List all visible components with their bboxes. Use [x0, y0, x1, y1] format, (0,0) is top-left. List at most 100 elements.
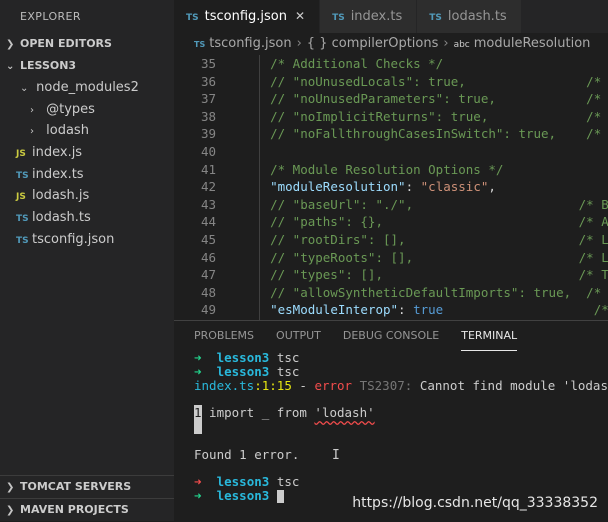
code-line: 40: [174, 143, 608, 161]
maven-projects-section[interactable]: ❯ MAVEN PROJECTS: [0, 498, 174, 521]
prompt-command: tsc: [276, 350, 300, 365]
breadcrumb-separator: ›: [443, 36, 449, 51]
code-comment: // "paths": {}, /* A: [240, 214, 608, 230]
tree-item-label: node_modules2: [36, 80, 139, 95]
tree-file-lodash-ts[interactable]: TS lodash.ts: [0, 207, 174, 229]
prompt-command: tsc: [276, 363, 300, 379]
tree-item-label: lodash.js: [32, 188, 90, 204]
code-comment: // "noUnusedLocals": true, /* R: [240, 73, 608, 89]
code-line: 41 /* Module Resolution Options */: [174, 161, 608, 179]
tab-terminal[interactable]: TERMINAL: [461, 321, 518, 351]
tree-folder-types[interactable]: › @types: [0, 99, 174, 121]
code-line: 49 "esModuleInterop": true /* E: [174, 301, 608, 319]
line-number: 49: [200, 302, 216, 318]
code-comma: ,: [488, 179, 496, 195]
code-comment: // "noFallthroughCasesInSwitch": true, /…: [240, 126, 608, 142]
code-line: 44 // "paths": {}, /* A: [174, 213, 608, 231]
code-line: 39 // "noFallthroughCasesInSwitch": true…: [174, 125, 608, 143]
source-line-number: 1: [194, 405, 202, 421]
ts-file-icon: TS: [194, 40, 206, 49]
tab-problems[interactable]: PROBLEMS: [194, 321, 254, 351]
line-number: 48: [200, 284, 216, 300]
prompt-cwd: lesson3: [216, 350, 270, 365]
tab-index-ts[interactable]: TS index.ts: [320, 0, 418, 33]
breadcrumb-file[interactable]: tsconfig.json: [209, 36, 291, 51]
terminal-output[interactable]: ➜ lesson3 tsc ➜ lesson3 tsc index.ts:1:1…: [174, 351, 608, 503]
error-file[interactable]: index.ts: [194, 378, 254, 393]
line-number: 35: [200, 56, 216, 71]
code-comment: /* S: [496, 179, 608, 194]
tab-debug-console[interactable]: DEBUG CONSOLE: [343, 321, 439, 351]
tree-item-label: index.js: [32, 145, 83, 161]
tree-file-index-js[interactable]: JS index.js: [0, 142, 174, 164]
code-line: 47 // "types": [], /* T: [174, 266, 608, 284]
terminal-line: ➜ lesson3 tsc: [194, 363, 608, 379]
tree-folder-node-modules2[interactable]: ⌄ node_modules2: [0, 77, 174, 99]
explorer-sidebar: EXPLORER ❯ OPEN EDITORS ⌄ LESSON3 ⌄ node_m…: [0, 0, 174, 521]
chevron-down-icon: ⌄: [20, 83, 29, 94]
tab-tsconfig-json[interactable]: TS tsconfig.json ✕: [174, 0, 321, 33]
code-comment: // "types": [], /* T: [240, 267, 608, 283]
tab-lodash-ts[interactable]: TS lodash.ts: [417, 0, 522, 33]
tomcat-servers-section[interactable]: ❯ TOMCAT SERVERS: [0, 475, 174, 498]
string-property-icon: abc: [453, 40, 470, 50]
terminal-gutter-line: [194, 418, 608, 434]
code-comment: /* E: [443, 302, 608, 318]
line-number: 44: [200, 214, 216, 230]
code-value: true: [413, 302, 444, 318]
code-colon: :: [398, 302, 414, 318]
breadcrumb-property[interactable]: moduleResolution: [474, 36, 591, 51]
terminal-cursor: [276, 489, 284, 503]
project-section[interactable]: ⌄ LESSON3: [0, 55, 174, 77]
code-comment: // "typeRoots": [], /* L: [240, 249, 608, 265]
error-message: Cannot find module 'lodash'.: [419, 377, 608, 393]
js-file-icon: JS: [16, 192, 26, 203]
tree-folder-lodash[interactable]: › lodash: [0, 120, 174, 142]
code-comment: // "allowSyntheticDefaultImports": true,…: [240, 284, 608, 300]
tree-item-label: tsconfig.json: [32, 231, 115, 247]
mouse-ibeam-cursor: I: [332, 448, 340, 463]
tab-label: tsconfig.json: [204, 9, 287, 24]
tomcat-servers-label: TOMCAT SERVERS: [20, 480, 132, 493]
breadcrumb-section[interactable]: compilerOptions: [332, 36, 439, 51]
code-editor[interactable]: 35 /* Additional Checks */36 // "noUnuse…: [174, 55, 608, 320]
error-position: :1:15: [254, 377, 292, 393]
prompt-cwd: lesson3: [216, 474, 270, 490]
terminal-found-line: Found 1 error.: [194, 446, 300, 462]
tree-file-tsconfig-json[interactable]: TS tsconfig.json: [0, 229, 174, 251]
code-line: 42 "moduleResolution": "classic", /* S: [174, 178, 608, 196]
tree-file-lodash-js[interactable]: JS lodash.js: [0, 185, 174, 207]
code-comment: /* Module Resolution Options */: [240, 161, 504, 177]
close-icon[interactable]: ✕: [295, 9, 305, 23]
code-comment: // "noUnusedParameters": true, /* R: [240, 91, 608, 107]
ts-file-icon: TS: [16, 170, 29, 181]
line-number: 36: [200, 73, 216, 89]
line-number: 43: [200, 196, 216, 212]
tree-item-label: lodash: [46, 123, 89, 139]
ts-file-icon: TS: [16, 214, 29, 225]
line-number: 42: [200, 179, 216, 195]
code-line: 48 // "allowSyntheticDefaultImports": tr…: [174, 284, 608, 302]
code-comment: // "baseUrl": "./", /* B: [240, 196, 608, 212]
code-value: "classic": [420, 179, 489, 195]
code-line: 43 // "baseUrl": "./", /* B: [174, 196, 608, 214]
code-line: 46 // "typeRoots": [], /* L: [174, 249, 608, 267]
terminal-line: ➜ lesson3 tsc: [194, 475, 608, 489]
tree-file-index-ts[interactable]: TS index.ts: [0, 164, 174, 186]
project-label: LESSON3: [20, 59, 77, 72]
sidebar-bottom-sections: ❯ TOMCAT SERVERS ❯ MAVEN PROJECTS: [0, 475, 174, 521]
open-editors-section[interactable]: ❯ OPEN EDITORS: [0, 33, 174, 55]
line-number: 38: [200, 108, 216, 124]
prompt-arrow-icon: ➜: [194, 487, 202, 503]
open-editors-label: OPEN EDITORS: [20, 37, 112, 50]
source-code: import _ from: [201, 405, 315, 421]
code-key: "moduleResolution": [270, 179, 406, 195]
tab-output[interactable]: OUTPUT: [276, 321, 321, 351]
terminal-line: ➜ lesson3 tsc: [194, 351, 608, 365]
line-number: 47: [200, 267, 216, 283]
terminal-source-line: 1 import _ from 'lodash': [194, 405, 608, 421]
chevron-down-icon: ⌄: [6, 61, 15, 72]
